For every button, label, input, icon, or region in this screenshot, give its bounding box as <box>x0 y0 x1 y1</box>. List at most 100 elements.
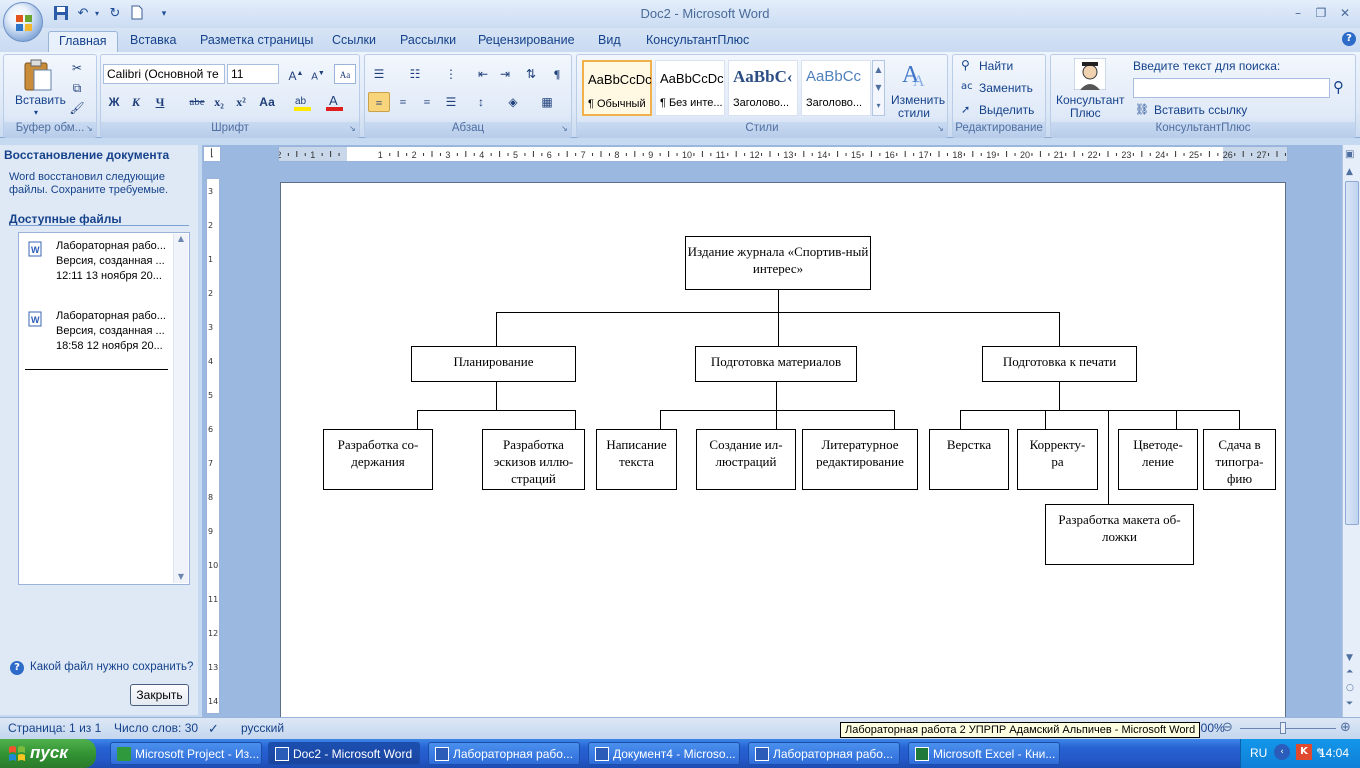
antivirus-icon[interactable]: K <box>1296 744 1312 760</box>
line-spacing-icon[interactable]: ↕ <box>470 92 492 112</box>
font-family-combo[interactable]: Calibri (Основной те <box>103 64 225 84</box>
format-painter-icon[interactable]: 🖌 <box>66 98 88 118</box>
close-pane-button[interactable]: Закрыть <box>130 684 189 706</box>
org-root-box[interactable]: Издание журнала «Спортив-ный интерес» <box>685 236 871 290</box>
numbering-icon[interactable]: ☷ <box>404 64 426 84</box>
scroll-up-icon[interactable]: ▲ <box>1346 167 1353 177</box>
new-document-icon[interactable] <box>128 5 146 23</box>
undo-dropdown-icon[interactable]: ▾ <box>92 5 102 23</box>
find-button[interactable]: Найти <box>979 59 1013 73</box>
justify-icon[interactable]: ☰ <box>440 92 462 112</box>
org-box[interactable]: Цветоде-ление <box>1118 429 1198 490</box>
start-button[interactable]: пуск <box>0 739 96 768</box>
align-right-icon[interactable]: ≡ <box>416 92 438 112</box>
undo-icon[interactable]: ↶ <box>74 5 92 23</box>
strikethrough-button[interactable]: abe <box>186 92 208 112</box>
scroll-up-icon[interactable]: ▲ <box>174 234 188 243</box>
language-indicator[interactable]: русский <box>241 721 284 735</box>
list-item[interactable]: W Лабораторная рабо... Версия, созданная… <box>27 309 172 357</box>
proofing-icon[interactable]: ✓ <box>208 721 219 737</box>
consultant-button-label[interactable]: Консультант <box>1056 93 1125 107</box>
cut-icon[interactable]: ✂ <box>66 58 88 78</box>
subscript-button[interactable]: x₂ <box>208 92 230 112</box>
org-box[interactable]: Создание ил-люстраций <box>696 429 796 490</box>
taskbar-item-lab2[interactable]: Лабораторная рабо... <box>748 742 900 765</box>
dialog-launcher-icon[interactable]: ↘ <box>937 124 944 133</box>
org-box-print-prep[interactable]: Подготовка к печати <box>982 346 1137 382</box>
styles-gallery-scroll[interactable]: ▲ ▼ ▾ <box>872 60 885 116</box>
help-icon[interactable]: ? <box>1342 32 1356 46</box>
org-box[interactable]: Корректу-ра <box>1017 429 1098 490</box>
scroll-down-icon[interactable]: ▼ <box>1346 653 1353 663</box>
vertical-ruler[interactable]: 3 2 1 2 3 4 5 6 7 8 9 10 11 12 13 14 <box>206 178 220 714</box>
align-left-icon[interactable]: ≡ <box>368 92 390 112</box>
borders-icon[interactable]: ▦ <box>536 92 558 112</box>
tab-mailings[interactable]: Рассылки <box>390 31 466 52</box>
page-counter[interactable]: Страница: 1 из 1 <box>8 721 101 735</box>
minimize-button[interactable]: – <box>1287 4 1309 22</box>
multilevel-list-icon[interactable]: ⋮ <box>440 64 462 84</box>
tab-view[interactable]: Вид <box>588 31 631 52</box>
tab-selector-icon[interactable]: ⌊ <box>203 146 221 162</box>
zoom-slider-thumb[interactable] <box>1280 722 1286 734</box>
list-item[interactable]: W Лабораторная рабо... Версия, созданная… <box>27 239 172 287</box>
font-color-icon[interactable]: A <box>324 92 346 112</box>
taskbar-item-doc2[interactable]: Doc2 - Microsoft Word <box>268 742 420 765</box>
decrease-indent-icon[interactable]: ⇤ <box>472 64 494 84</box>
consultant-avatar-icon[interactable] <box>1073 57 1107 91</box>
org-box[interactable]: Разработка со-держания <box>323 429 433 490</box>
help-icon[interactable]: ? <box>10 661 24 675</box>
change-styles-icon[interactable]: AA <box>900 58 932 90</box>
org-box-materials[interactable]: Подготовка материалов <box>695 346 857 382</box>
shading-icon[interactable]: ◈ <box>502 92 524 112</box>
close-button[interactable]: ✕ <box>1334 4 1356 22</box>
save-icon[interactable] <box>52 5 70 23</box>
show-marks-icon[interactable]: ¶ <box>546 64 568 84</box>
taskbar-item-doc4[interactable]: Документ4 - Microso... <box>588 742 740 765</box>
keyboard-language[interactable]: RU <box>1250 746 1267 760</box>
document-page[interactable]: Издание журнала «Спортив-ный интерес» Пл… <box>280 182 1286 722</box>
paste-icon[interactable] <box>22 58 54 92</box>
next-page-icon[interactable]: ⏷ <box>1346 699 1353 709</box>
align-center-icon[interactable]: ≡ <box>392 92 414 112</box>
dialog-launcher-icon[interactable]: ↘ <box>86 124 93 133</box>
style-no-spacing[interactable]: AaBbCcDc ¶ Без инте... <box>655 60 725 116</box>
zoom-out-icon[interactable]: ⊖ <box>1222 720 1233 735</box>
org-box[interactable]: Разработка эскизов иллю-страций <box>482 429 585 490</box>
superscript-button[interactable]: x² <box>230 92 252 112</box>
paste-button-label[interactable]: Вставить <box>15 93 66 107</box>
tab-review[interactable]: Рецензирование <box>468 31 585 52</box>
taskbar-item-excel[interactable]: Microsoft Excel - Кни... <box>908 742 1060 765</box>
document-vertical-scrollbar[interactable]: ▣ ▲ ▼ ⏶ ○ ⏷ <box>1342 145 1360 717</box>
tab-page-layout[interactable]: Разметка страницы <box>190 31 323 52</box>
office-button[interactable] <box>3 2 43 42</box>
org-box[interactable]: Литературное редактирование <box>802 429 918 490</box>
insert-link-button[interactable]: Вставить ссылку <box>1154 103 1247 117</box>
tab-insert[interactable]: Вставка <box>120 31 186 52</box>
style-heading-2[interactable]: AaBbCc Заголово... <box>801 60 871 116</box>
zoom-in-icon[interactable]: ⊕ <box>1340 720 1351 735</box>
change-styles-label[interactable]: Изменить <box>891 93 945 107</box>
select-button[interactable]: Выделить <box>979 103 1034 117</box>
underline-button[interactable]: Ч <box>149 92 171 112</box>
dialog-launcher-icon[interactable]: ↘ <box>349 124 356 133</box>
consultant-search-input[interactable] <box>1133 78 1330 98</box>
maximize-button[interactable]: ❐ <box>1310 4 1332 22</box>
tab-consultant-plus[interactable]: КонсультантПлюс <box>636 31 759 52</box>
tray-expand-icon[interactable]: ‹ <box>1274 744 1290 760</box>
shrink-font-icon[interactable]: A▼ <box>307 64 329 84</box>
consultant-button-label-2[interactable]: Плюс <box>1070 106 1101 120</box>
word-count[interactable]: Число слов: 30 <box>114 721 198 735</box>
highlight-icon[interactable]: ab <box>292 92 314 112</box>
tab-references[interactable]: Ссылки <box>322 31 386 52</box>
org-box[interactable]: Разработка макета об-ложки <box>1045 504 1194 565</box>
clear-format-icon[interactable]: Aa <box>334 64 356 84</box>
grow-font-icon[interactable]: A▲ <box>285 64 307 84</box>
previous-page-icon[interactable]: ⏶ <box>1346 667 1353 677</box>
zoom-slider[interactable] <box>1240 728 1336 729</box>
tab-home[interactable]: Главная <box>48 31 118 52</box>
style-normal[interactable]: AaBbCcDc ¶ Обычный <box>582 60 652 116</box>
bullets-icon[interactable]: ☰ <box>368 64 390 84</box>
scroll-down-icon[interactable]: ▼ <box>174 572 188 581</box>
help-link[interactable]: Какой файл нужно сохранить? <box>30 661 193 673</box>
